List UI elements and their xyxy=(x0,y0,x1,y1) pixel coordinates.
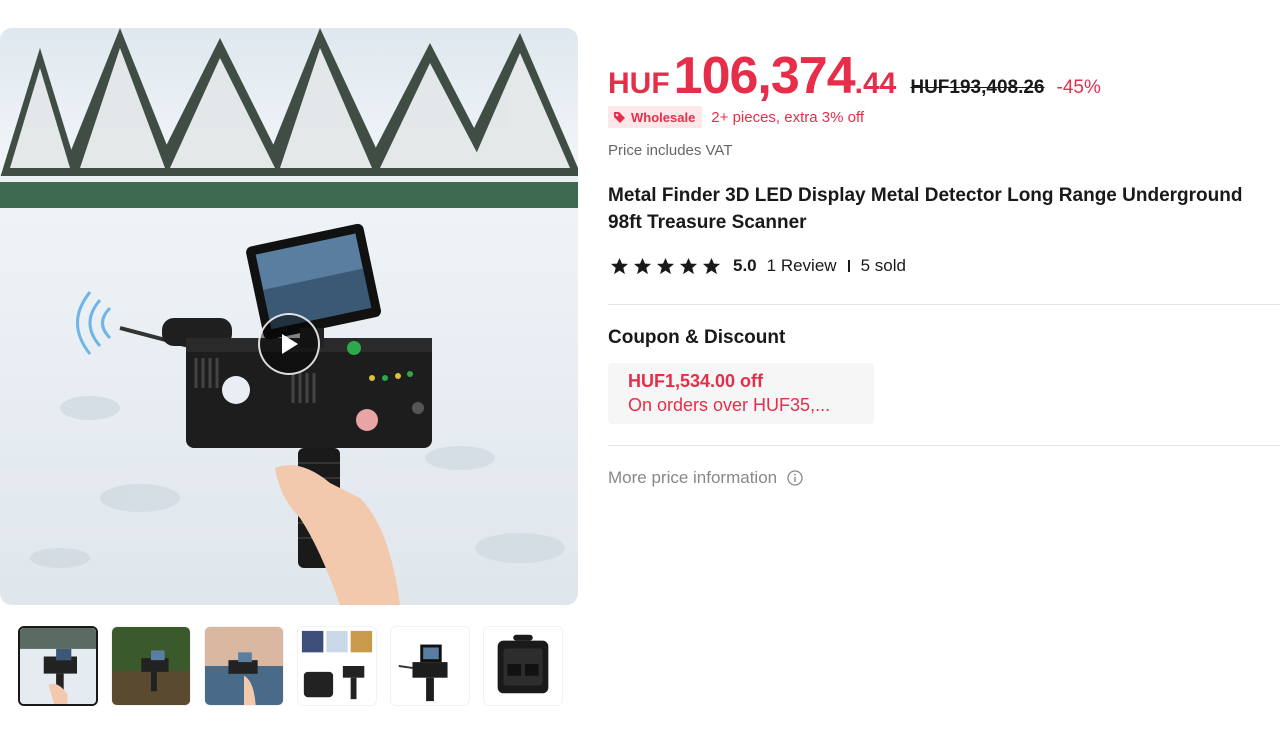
wholesale-badge[interactable]: Wholesale xyxy=(608,106,703,128)
rating-row: 5.0 1 Review 5 sold xyxy=(610,256,906,276)
play-video-button[interactable] xyxy=(258,313,320,375)
wholesale-badge-label: Wholesale xyxy=(631,109,696,125)
main-product-image[interactable] xyxy=(0,28,578,605)
info-icon xyxy=(787,470,803,486)
star-icon xyxy=(610,257,629,276)
star-icon xyxy=(656,257,675,276)
star-icon xyxy=(633,257,652,276)
separator xyxy=(847,260,850,272)
reviews-link[interactable]: 1 Review xyxy=(767,256,837,276)
thumbnail-accessories[interactable] xyxy=(297,626,377,706)
price-row: HUF 106,374 .44 HUF193,408.26 -45% xyxy=(608,46,1101,106)
thumbnail-case[interactable] xyxy=(483,626,563,706)
coupon-amount: HUF1,534.00 off xyxy=(628,371,764,391)
wholesale-text: 2+ pieces, extra 3% off xyxy=(711,108,865,126)
price-currency: HUF xyxy=(608,67,670,100)
star-rating xyxy=(610,257,721,276)
divider xyxy=(608,304,1280,305)
vat-note: Price includes VAT xyxy=(608,142,733,159)
star-icon xyxy=(679,257,698,276)
more-price-label: More price information xyxy=(608,468,778,487)
tag-icon xyxy=(613,111,626,124)
play-icon xyxy=(278,332,300,356)
star-icon xyxy=(702,257,721,276)
discount-percent: -45% xyxy=(1056,77,1101,98)
thumbnail-strip xyxy=(18,626,563,706)
coupon-section-title: Coupon & Discount xyxy=(608,327,786,348)
product-title: Metal Finder 3D LED Display Metal Detect… xyxy=(608,185,1243,233)
divider xyxy=(608,445,1280,446)
coupon-condition: On orders over HUF35,... xyxy=(628,395,831,415)
thumbnail-device[interactable] xyxy=(390,626,470,706)
price-cents: .44 xyxy=(854,67,897,100)
thumbnail-field[interactable] xyxy=(111,626,191,706)
more-price-information-link[interactable]: More price information xyxy=(608,468,803,488)
coupon-card[interactable]: HUF1,534.00 off On orders over HUF35,... xyxy=(608,363,874,424)
product-page: HUF 106,374 .44 HUF193,408.26 -45% Whole… xyxy=(0,0,1280,740)
thumbnail-snow[interactable] xyxy=(18,626,98,706)
sold-count: 5 sold xyxy=(860,256,906,275)
price-main: 106,374 xyxy=(673,47,856,105)
rating-score: 5.0 xyxy=(733,256,757,275)
wholesale-row: Wholesale 2+ pieces, extra 3% off xyxy=(608,106,864,128)
thumbnail-water[interactable] xyxy=(204,626,284,706)
original-price: HUF193,408.26 xyxy=(910,77,1045,98)
